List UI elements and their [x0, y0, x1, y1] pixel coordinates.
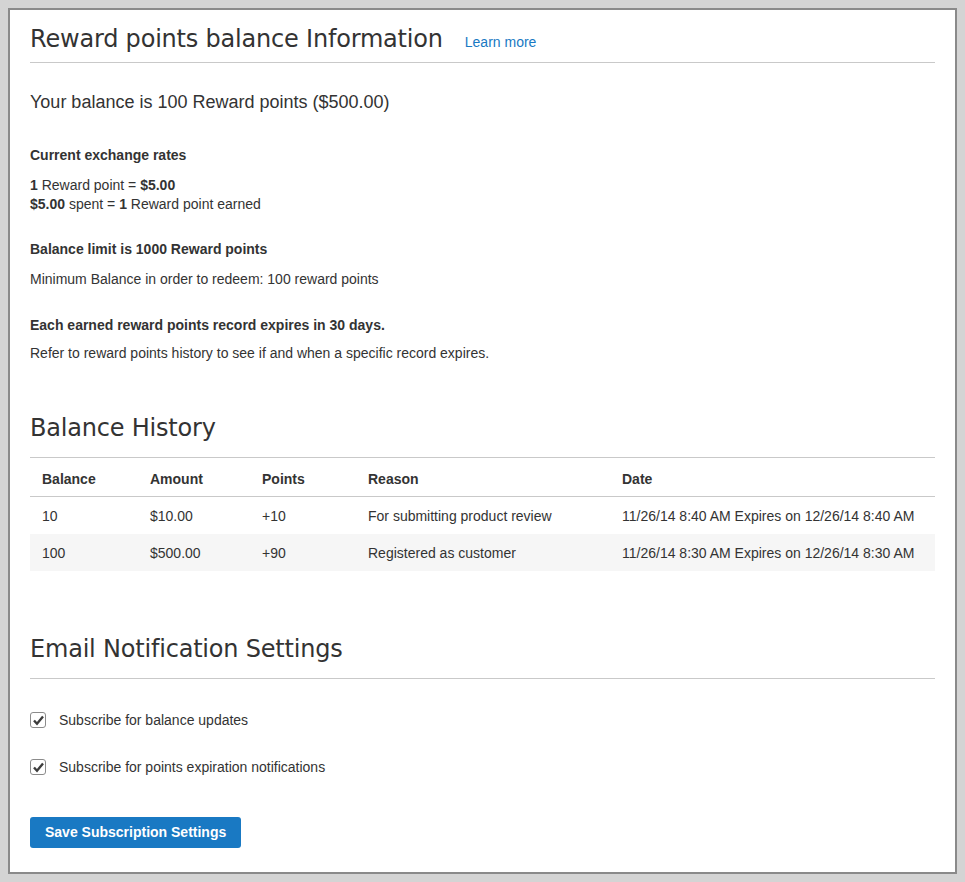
col-reason: Reason	[356, 458, 610, 497]
subscribe-expiration-row: Subscribe for points expiration notifica…	[30, 759, 935, 775]
table-row: 100 $500.00 +90 Registered as customer 1…	[30, 534, 935, 571]
cell-amount: $500.00	[138, 534, 250, 571]
expiry-note: Refer to reward points history to see if…	[30, 344, 935, 362]
minimum-redeem: Minimum Balance in order to redeem: 100 …	[30, 270, 935, 288]
balance-limit: Balance limit is 1000 Reward points	[30, 240, 935, 258]
exchange-rates-title: Current exchange rates	[30, 146, 935, 164]
cell-amount: $10.00	[138, 497, 250, 535]
checkmark-icon	[32, 761, 45, 774]
balance-history-header: Balance History	[30, 415, 935, 458]
cell-points: +10	[250, 497, 356, 535]
checkmark-icon	[32, 714, 45, 727]
subscribe-balance-row: Subscribe for balance updates	[30, 712, 935, 728]
save-subscription-button[interactable]: Save Subscription Settings	[30, 817, 241, 848]
cell-date: 11/26/14 8:30 AM Expires on 12/26/14 8:3…	[610, 534, 935, 571]
col-points: Points	[250, 458, 356, 497]
subscribe-balance-checkbox[interactable]	[30, 712, 46, 728]
col-balance: Balance	[30, 458, 138, 497]
subscribe-balance-label: Subscribe for balance updates	[59, 712, 248, 728]
table-header-row: Balance Amount Points Reason Date	[30, 458, 935, 497]
balance-history-title: Balance History	[30, 415, 935, 441]
rate-line-1: 1 Reward point = $5.00	[30, 177, 175, 193]
col-amount: Amount	[138, 458, 250, 497]
cell-balance: 100	[30, 534, 138, 571]
cell-balance: 10	[30, 497, 138, 535]
table-row: 10 $10.00 +10 For submitting product rev…	[30, 497, 935, 535]
page-title: Reward points balance Information	[30, 26, 443, 52]
balance-history-table: Balance Amount Points Reason Date 10 $10…	[30, 458, 935, 571]
expiry-notice: Each earned reward points record expires…	[30, 316, 935, 334]
reward-points-card: Reward points balance Information Learn …	[8, 8, 957, 874]
cell-points: +90	[250, 534, 356, 571]
learn-more-link[interactable]: Learn more	[465, 34, 537, 50]
subscribe-expiration-label: Subscribe for points expiration notifica…	[59, 759, 325, 775]
subscribe-expiration-checkbox[interactable]	[30, 759, 46, 775]
cell-reason: Registered as customer	[356, 534, 610, 571]
rate-line-2: $5.00 spent = 1 Reward point earned	[30, 196, 261, 212]
balance-summary: Your balance is 100 Reward points ($500.…	[30, 93, 935, 111]
cell-reason: For submitting product review	[356, 497, 610, 535]
email-settings-header: Email Notification Settings	[30, 636, 935, 679]
exchange-rate-lines: 1 Reward point = $5.00 $5.00 spent = 1 R…	[30, 176, 935, 214]
cell-date: 11/26/14 8:40 AM Expires on 12/26/14 8:4…	[610, 497, 935, 535]
col-date: Date	[610, 458, 935, 497]
email-settings-title: Email Notification Settings	[30, 636, 935, 662]
page-header: Reward points balance Information Learn …	[30, 10, 935, 63]
